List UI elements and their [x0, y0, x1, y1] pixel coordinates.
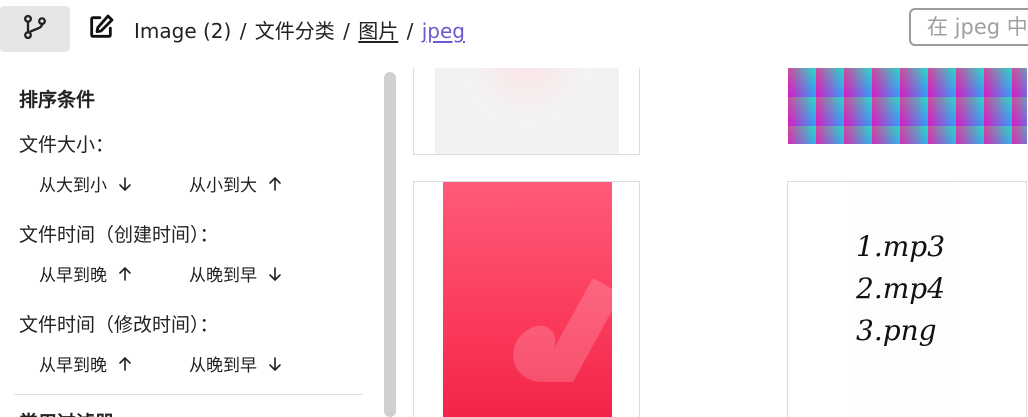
sort-sidebar: 排序条件 文件大小： 从大到小 从小到大 文件时间（创建时间）： 从早到晚 从晚…	[0, 68, 401, 417]
arrow-up-icon	[267, 176, 283, 192]
sidebar-scrollbar[interactable]	[384, 72, 396, 417]
breadcrumb-separator: /	[239, 19, 247, 43]
app-logo-icon	[513, 278, 621, 382]
handwriting-note: 1.mp3 2.mp4 3.png	[856, 226, 945, 352]
handwriting-line: 3.png	[856, 314, 937, 347]
sort-modified-desc[interactable]: 从晚到早	[189, 351, 283, 376]
arrow-down-icon	[117, 176, 133, 192]
edit-button[interactable]	[86, 14, 116, 44]
sort-option-label: 从小到大	[189, 176, 257, 196]
sort-option-label: 从晚到早	[189, 266, 257, 286]
breadcrumb-file-category[interactable]: 文件分类	[255, 19, 335, 43]
arrow-down-icon	[267, 356, 283, 372]
image-card[interactable]	[787, 68, 1027, 155]
sort-size-desc[interactable]: 从大到小	[39, 171, 133, 196]
image-thumbnail	[435, 68, 619, 154]
sort-option-label: 从晚到早	[189, 356, 257, 376]
sort-option-label: 从早到晚	[39, 266, 107, 286]
sort-title: 排序条件	[19, 89, 96, 111]
sort-created-asc[interactable]: 从早到晚	[39, 261, 133, 286]
breadcrumb: Image (2) / 文件分类 / 图片 / jpeg	[134, 16, 465, 46]
top-bar: Image (2) / 文件分类 / 图片 / jpeg	[0, 0, 1028, 60]
edit-icon	[87, 13, 115, 45]
sort-modified-asc[interactable]: 从早到晚	[39, 351, 133, 376]
image-thumbnail: 1.mp3 2.mp4 3.png	[850, 182, 954, 417]
sort-group-modified-label: 文件时间（修改时间）：	[19, 314, 219, 336]
git-branch-icon	[21, 13, 49, 45]
sort-created-desc[interactable]: 从晚到早	[189, 261, 283, 286]
image-card[interactable]	[413, 68, 640, 155]
image-card[interactable]	[413, 181, 640, 417]
image-card[interactable]: 1.mp3 2.mp4 3.png	[787, 181, 1027, 417]
branch-button[interactable]	[0, 6, 70, 52]
breadcrumb-root[interactable]: Image (2)	[134, 19, 231, 43]
sort-option-label: 从大到小	[39, 176, 107, 196]
sort-size-asc[interactable]: 从小到大	[189, 171, 283, 196]
image-grid: 1.mp3 2.mp4 3.png	[400, 68, 1028, 417]
arrow-up-icon	[117, 356, 133, 372]
breadcrumb-separator: /	[406, 19, 414, 43]
image-thumbnail	[443, 182, 621, 417]
breadcrumb-current[interactable]: jpeg	[422, 19, 465, 43]
handwriting-line: 2.mp4	[856, 272, 946, 305]
arrow-up-icon	[117, 266, 133, 282]
handwriting-line: 1.mp3	[856, 230, 946, 263]
image-thumbnail	[788, 68, 1027, 144]
breadcrumb-separator: /	[343, 19, 350, 43]
sort-group-created-label: 文件时间（创建时间）：	[19, 224, 219, 246]
sort-option-label: 从早到晚	[39, 356, 107, 376]
section-divider	[14, 394, 363, 395]
breadcrumb-images[interactable]: 图片	[358, 19, 398, 43]
sort-group-size-label: 文件大小：	[19, 134, 115, 156]
arrow-down-icon	[267, 266, 283, 282]
filter-section-title: 常用过滤器	[19, 408, 114, 417]
search-input[interactable]	[909, 8, 1028, 46]
